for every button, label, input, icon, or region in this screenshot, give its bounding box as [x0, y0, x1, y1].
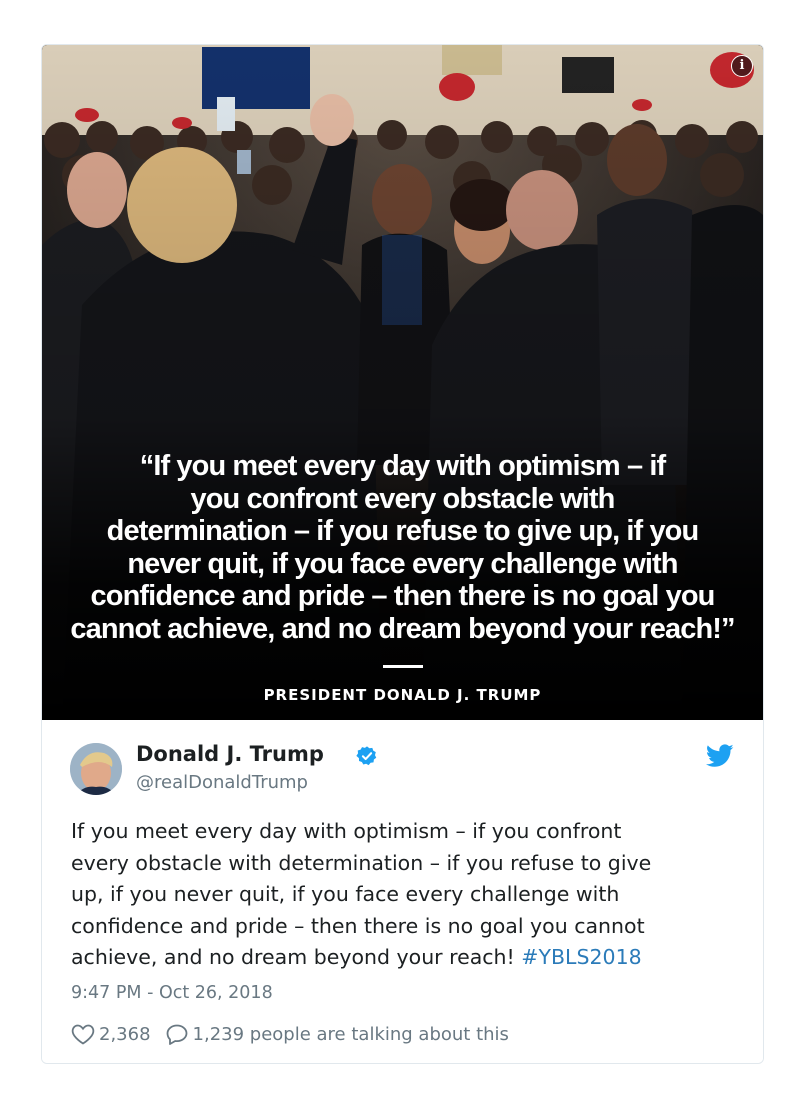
tweet-text-line: every obstacle with determination – if y… — [71, 850, 652, 875]
tweet-body: Donald J. Trump @realDonaldTrump If you … — [42, 720, 763, 1063]
like-count: 2,368 — [99, 1023, 151, 1045]
conversation-count: 1,239 people are talking about this — [192, 1023, 509, 1045]
quote-attribution: PRESIDENT DONALD J. TRUMP — [263, 686, 542, 704]
tweet-text-line: up, if you never quit, if you face every… — [71, 882, 620, 906]
hashtag-link[interactable]: #YBLS2018 — [521, 945, 641, 969]
tweet-text-line: If you meet every day with optimism – if… — [71, 819, 622, 843]
info-icon[interactable]: i — [731, 55, 753, 77]
twitter-bird-icon[interactable] — [706, 744, 734, 768]
tweet-text-tail: achieve, and no dream beyond your reach! — [71, 945, 522, 969]
quote-overlay: “If you meet every day with optimism – i… — [42, 450, 763, 645]
quote-line: determination – if you refuse to give up… — [106, 515, 700, 547]
quote-line: “If you meet every day with optimism – i… — [139, 450, 666, 482]
divider — [383, 665, 423, 668]
tweet-text: If you meet every day with optimism – if… — [71, 816, 746, 974]
avatar[interactable] — [70, 743, 122, 795]
quote-line: you confront every obstacle with — [190, 482, 615, 515]
display-name[interactable]: Donald J. Trump — [136, 742, 324, 766]
verified-badge-icon — [356, 746, 377, 766]
embedded-tweet-card[interactable]: i “If you meet every day with optimism –… — [41, 44, 764, 1064]
tweet-timestamp[interactable]: 9:47 PM - Oct 26, 2018 — [71, 983, 273, 1003]
quote-line: cannot achieve, and no dream beyond your… — [70, 612, 735, 645]
heart-icon — [71, 1024, 95, 1045]
tweet-text-line: confidence and pride – then there is no … — [71, 913, 645, 938]
like-button[interactable]: 2,368 — [71, 1023, 151, 1045]
reply-bubble-icon — [166, 1024, 187, 1045]
user-handle[interactable]: @realDonaldTrump — [136, 772, 308, 793]
quote-line: never quit, if you face every challenge … — [127, 547, 678, 580]
quote-line: confidence and pride – then there is no … — [90, 580, 716, 612]
reply-link[interactable]: 1,239 people are talking about this — [165, 1023, 509, 1045]
tweet-media-image[interactable]: i “If you meet every day with optimism –… — [42, 45, 763, 720]
tweet-actions: 2,368 1,239 people are talking about thi… — [71, 1020, 509, 1048]
tweet-text-line: achieve, and no dream beyond your reach!… — [71, 942, 746, 974]
